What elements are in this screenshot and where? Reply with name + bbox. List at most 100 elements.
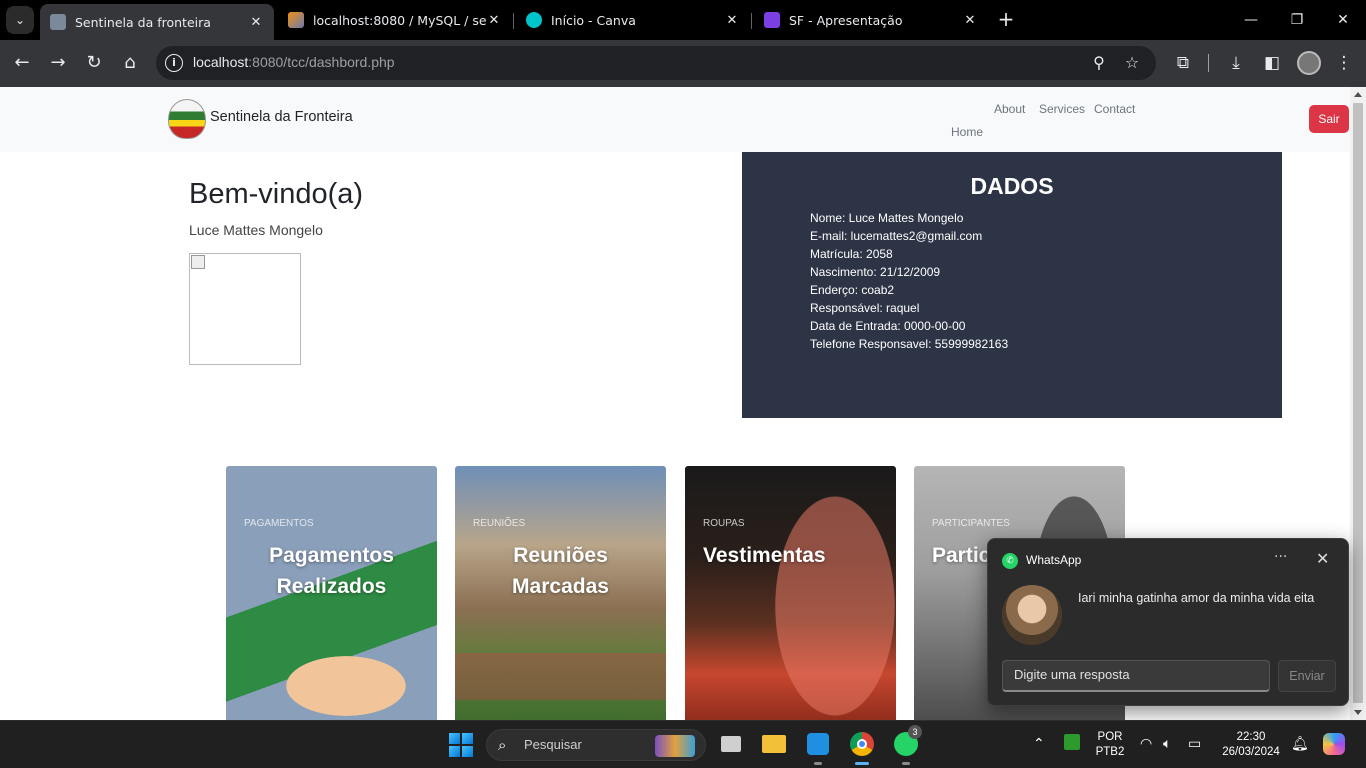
sentinela-favicon-icon <box>50 14 66 30</box>
tab-separator <box>751 13 752 29</box>
close-tab-icon[interactable]: ✕ <box>248 15 264 30</box>
send-button[interactable]: Enviar <box>1278 660 1336 692</box>
brand-logo[interactable] <box>168 99 206 139</box>
dados-row-endereco: Enderço: coab2 <box>810 283 895 297</box>
nav-contact[interactable]: Contact <box>1094 102 1135 116</box>
close-notification-icon[interactable]: ✕ <box>1316 549 1329 568</box>
dados-row-responsavel: Responsável: raquel <box>810 301 920 315</box>
scroll-down-icon[interactable] <box>1354 710 1362 715</box>
chrome-icon[interactable] <box>847 729 877 765</box>
tab-title: localhost:8080 / MySQL / sentin <box>313 12 486 28</box>
card-label: ROUPAS <box>703 518 745 529</box>
clock[interactable]: 22:30 26/03/2024 <box>1218 730 1284 760</box>
page-scrollbar[interactable] <box>1350 87 1366 720</box>
downloads-icon[interactable]: ⤓ <box>1223 50 1249 76</box>
url-text[interactable]: localhost:8080/tcc/dashbord.php <box>193 54 395 70</box>
more-options-icon[interactable]: ··· <box>1274 549 1287 565</box>
running-indicator <box>902 762 910 765</box>
sender-avatar <box>1002 585 1062 645</box>
file-explorer-icon[interactable] <box>759 729 789 759</box>
show-hidden-icons-icon[interactable]: ⌃ <box>1033 736 1045 752</box>
whatsapp-notification[interactable]: ✆ WhatsApp ··· ✕ Iari minha gatinha amor… <box>987 538 1349 706</box>
nvidia-tray-icon[interactable] <box>1064 734 1080 750</box>
dados-title: DADOS <box>970 173 1054 199</box>
dados-row-email: E-mail: lucemattes2@gmail.com <box>810 229 983 243</box>
volume-icon[interactable]: 🔈︎ <box>1163 736 1171 752</box>
card-heading-line1: Pagamentos <box>269 544 394 567</box>
dados-row-nome: Nome: Luce Mattes Mongelo <box>810 211 964 225</box>
url-host: localhost <box>193 54 249 70</box>
close-tab-icon[interactable]: ✕ <box>486 13 502 28</box>
site-info-icon[interactable]: i <box>165 54 183 72</box>
tab-title: SF - Apresentação <box>789 12 903 28</box>
nav-about[interactable]: About <box>994 102 1025 116</box>
brand-name[interactable]: Sentinela da Fronteira <box>210 109 353 125</box>
bookmark-star-icon[interactable]: ☆ <box>1121 52 1143 74</box>
profile-avatar[interactable] <box>1297 51 1321 75</box>
wifi-icon[interactable]: ◠ <box>1140 736 1152 752</box>
url-path: :8080/tcc/dashbord.php <box>248 54 395 70</box>
tab-canva[interactable]: Início - Canva ✕ <box>516 4 750 36</box>
reload-icon[interactable]: ↻ <box>81 50 107 76</box>
logout-button[interactable]: Sair <box>1309 105 1349 133</box>
new-tab-icon[interactable]: + <box>994 8 1018 32</box>
search-placeholder: Pesquisar <box>524 737 582 752</box>
home-icon[interactable]: ⌂ <box>117 50 143 76</box>
input-language[interactable]: POR PTB2 <box>1093 730 1127 760</box>
close-tab-icon[interactable]: ✕ <box>962 13 978 28</box>
card-reunioes[interactable]: REUNIÕES Reuniões Marcadas <box>455 466 666 720</box>
side-panel-icon[interactable]: ◧ <box>1259 50 1285 76</box>
tab-phpmyadmin[interactable]: localhost:8080 / MySQL / sentin ✕ <box>278 4 512 36</box>
scrollbar-thumb[interactable] <box>1353 103 1363 703</box>
running-indicator <box>814 762 822 765</box>
dados-rows: Nome: Luce Mattes Mongelo E-mail: lucema… <box>810 209 1008 353</box>
dados-row-nascimento: Nascimento: 21/12/2009 <box>810 265 941 279</box>
close-tab-icon[interactable]: ✕ <box>724 13 740 28</box>
toolbar-separator <box>1208 54 1209 72</box>
search-icon: ⌕ <box>498 736 507 754</box>
canva-favicon-icon <box>526 12 542 28</box>
close-window-icon[interactable]: ✕ <box>1320 0 1366 40</box>
card-heading: Vestimentas <box>703 544 826 567</box>
card-label: REUNIÕES <box>473 518 526 529</box>
reply-input[interactable]: Digite uma resposta <box>1002 660 1270 692</box>
canva-design-favicon-icon <box>764 12 780 28</box>
task-view-icon[interactable] <box>716 729 746 759</box>
tab-separator <box>513 13 514 29</box>
nav-home[interactable]: Home <box>951 125 983 139</box>
card-label: PAGAMENTOS <box>244 518 314 529</box>
copilot-icon[interactable] <box>1323 733 1345 755</box>
battery-icon[interactable]: ▭ <box>1188 736 1201 752</box>
taskbar-search[interactable]: ⌕ Pesquisar <box>486 729 706 761</box>
address-bar[interactable]: i localhost:8080/tcc/dashbord.php ⚲ ☆ <box>156 46 1156 80</box>
extensions-icon[interactable]: ⧉ <box>1170 50 1196 76</box>
windows-start-icon[interactable] <box>449 733 473 757</box>
back-icon[interactable]: ← <box>9 50 35 76</box>
card-pagamentos[interactable]: PAGAMENTOS Pagamentos Realizados <box>226 466 437 720</box>
notification-app-name: WhatsApp <box>1026 553 1082 567</box>
whatsapp-taskbar-icon[interactable]: 3 <box>891 725 922 765</box>
nav-services[interactable]: Services <box>1039 102 1085 116</box>
card-roupas[interactable]: ROUPAS Vestimentas <box>685 466 896 720</box>
dados-row-matricula: Matrícula: 2058 <box>810 247 893 261</box>
user-name: Luce Mattes Mongelo <box>189 222 323 238</box>
forward-icon[interactable]: → <box>45 50 71 76</box>
tab-search-icon[interactable]: ⌄ <box>6 6 34 34</box>
maximize-icon[interactable]: ❐ <box>1274 0 1320 40</box>
broken-image-icon <box>191 255 205 269</box>
dados-row-data-entrada: Data de Entrada: 0000-00-00 <box>810 319 966 333</box>
minimize-icon[interactable]: — <box>1228 0 1274 40</box>
tab-sf-apresentacao[interactable]: SF - Apresentação ✕ <box>754 4 988 36</box>
scroll-up-icon[interactable] <box>1354 92 1362 97</box>
dados-row-telefone: Telefone Responsavel: 55999982163 <box>810 337 1009 351</box>
browser-toolbar: ← → ↻ ⌂ i localhost:8080/tcc/dashbord.ph… <box>0 40 1366 87</box>
notification-bell-icon[interactable]: 🔔︎ <box>1291 736 1309 752</box>
browser-tab-bar: ⌄ Sentinela da fronteira ✕ localhost:808… <box>0 0 1366 40</box>
tab-sentinela[interactable]: Sentinela da fronteira ✕ <box>40 4 274 40</box>
clock-date: 26/03/2024 <box>1222 746 1280 758</box>
zoom-icon[interactable]: ⚲ <box>1088 52 1110 74</box>
phpmyadmin-favicon-icon <box>288 12 304 28</box>
dados-panel: DADOS Nome: Luce Mattes Mongelo E-mail: … <box>742 152 1282 418</box>
menu-dots-icon[interactable]: ⋮ <box>1331 50 1357 76</box>
vscode-icon[interactable] <box>803 729 833 765</box>
